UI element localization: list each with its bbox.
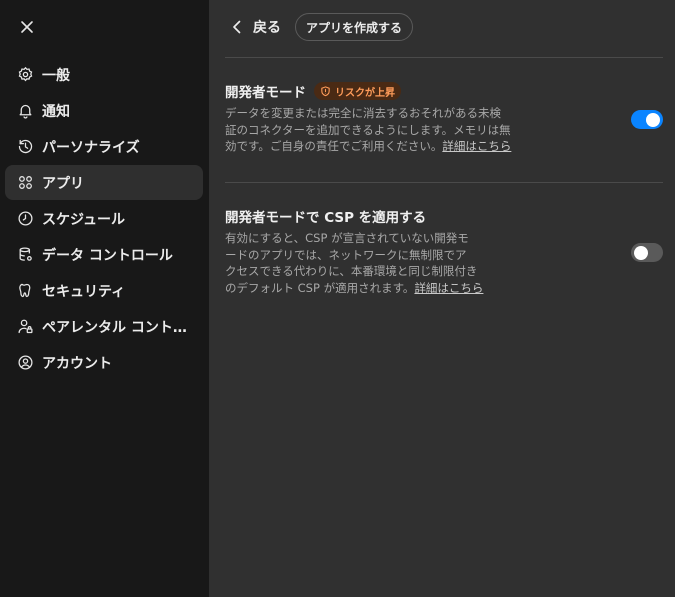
setting-description: データを変更または完全に消去するおそれがある未検 証のコネクターを追加できるよう… [225, 105, 525, 155]
sidebar-item-label: パーソナライズ [42, 139, 140, 156]
setting-title-row: 開発者モードで CSP を適用する [225, 206, 663, 226]
description-line: 証のコネクターを追加できるようにします。メモリは無 [225, 122, 511, 137]
database-icon [16, 246, 34, 264]
header: 戻る アプリを作成する [229, 13, 414, 41]
description-text: のデフォルト CSP が適用されます。 [225, 280, 415, 295]
divider [225, 57, 663, 58]
clock-icon [16, 210, 34, 228]
main-panel: 戻る アプリを作成する 開発者モード リスクが上昇 データを変更または完全に消去… [209, 0, 675, 597]
description-line: のデフォルト CSP が適用されます。詳細はこちら [225, 280, 525, 297]
setting-description: 有効にすると、CSP が宣言されていない開発モ ードのアプリでは、ネットワークに… [225, 230, 525, 296]
bell-icon [16, 102, 34, 120]
sidebar-item-schedule[interactable]: スケジュール [5, 201, 203, 236]
setting-title: 開発者モードで CSP を適用する [225, 210, 427, 226]
sidebar-item-label: セキュリティ [42, 283, 126, 300]
sidebar-item-label: アカウント [42, 355, 112, 372]
badge-label: リスクが上昇 [335, 87, 395, 99]
account-icon [16, 354, 34, 372]
setting-title: 開発者モード [225, 85, 306, 101]
chevron-left-icon [229, 19, 245, 35]
setting-title-row: 開発者モード リスクが上昇 [225, 81, 663, 101]
sidebar-item-label: スケジュール [42, 211, 126, 228]
learn-more-link[interactable]: 詳細はこちら [442, 139, 511, 153]
developer-csp-toggle[interactable] [631, 243, 663, 262]
sidebar-item-label: 通知 [42, 103, 70, 120]
sidebar-item-apps[interactable]: アプリ [5, 165, 203, 200]
description-line: ードのアプリでは、ネットワークに無制限でア [225, 247, 467, 262]
sidebar-item-label: ペアレンタル コント… [42, 319, 187, 336]
close-button[interactable] [17, 17, 37, 37]
settings-window: 一般 通知 パーソナライズ アプリ スケジュール データ コントロール セキュリ… [0, 0, 675, 597]
sidebar-item-label: 一般 [42, 67, 70, 84]
sidebar-item-security[interactable]: セキュリティ [5, 273, 203, 308]
back-label: 戻る [253, 20, 281, 36]
apps-grid-icon [16, 174, 34, 192]
risk-badge: リスクが上昇 [314, 82, 401, 100]
setting-developer-csp: 開発者モードで CSP を適用する 有効にすると、CSP が宣言されていない開発… [225, 206, 663, 296]
sidebar-nav: 一般 通知 パーソナライズ アプリ スケジュール データ コントロール セキュリ… [5, 57, 203, 381]
divider [225, 182, 663, 183]
developer-mode-toggle[interactable] [631, 110, 663, 129]
sidebar-item-label: データ コントロール [42, 247, 173, 264]
gear-icon [16, 66, 34, 84]
sidebar-item-personalize[interactable]: パーソナライズ [5, 129, 203, 164]
parental-icon [16, 318, 34, 336]
description-line: データを変更または完全に消去するおそれがある未検 [225, 106, 501, 120]
toggle-knob [634, 245, 648, 260]
description-line: 効です。ご自身の責任でご利用ください。詳細はこちら [225, 138, 525, 155]
description-text: 効です。ご自身の責任でご利用ください。 [225, 139, 443, 153]
sidebar: 一般 通知 パーソナライズ アプリ スケジュール データ コントロール セキュリ… [0, 0, 209, 597]
sidebar-item-general[interactable]: 一般 [5, 57, 203, 92]
sidebar-item-parental-controls[interactable]: ペアレンタル コント… [5, 309, 203, 344]
back-button[interactable]: 戻る [229, 17, 281, 37]
description-line: クセスできる代わりに、本番環境と同じ制限付き [225, 264, 478, 278]
create-app-button[interactable]: アプリを作成する [295, 13, 414, 41]
sidebar-item-data-controls[interactable]: データ コントロール [5, 237, 203, 272]
sidebar-item-account[interactable]: アカウント [5, 345, 203, 380]
setting-developer-mode: 開発者モード リスクが上昇 データを変更または完全に消去するおそれがある未検 証… [225, 81, 663, 155]
description-line: 有効にすると、CSP が宣言されていない開発モ [225, 231, 469, 245]
sidebar-item-notifications[interactable]: 通知 [5, 93, 203, 128]
personalize-icon [16, 138, 34, 156]
sidebar-item-label: アプリ [42, 175, 84, 192]
shield-icon [16, 282, 34, 300]
learn-more-link[interactable]: 詳細はこちら [414, 281, 483, 295]
shield-alert-icon [320, 85, 331, 97]
close-icon [21, 21, 33, 33]
toggle-knob [646, 112, 660, 127]
